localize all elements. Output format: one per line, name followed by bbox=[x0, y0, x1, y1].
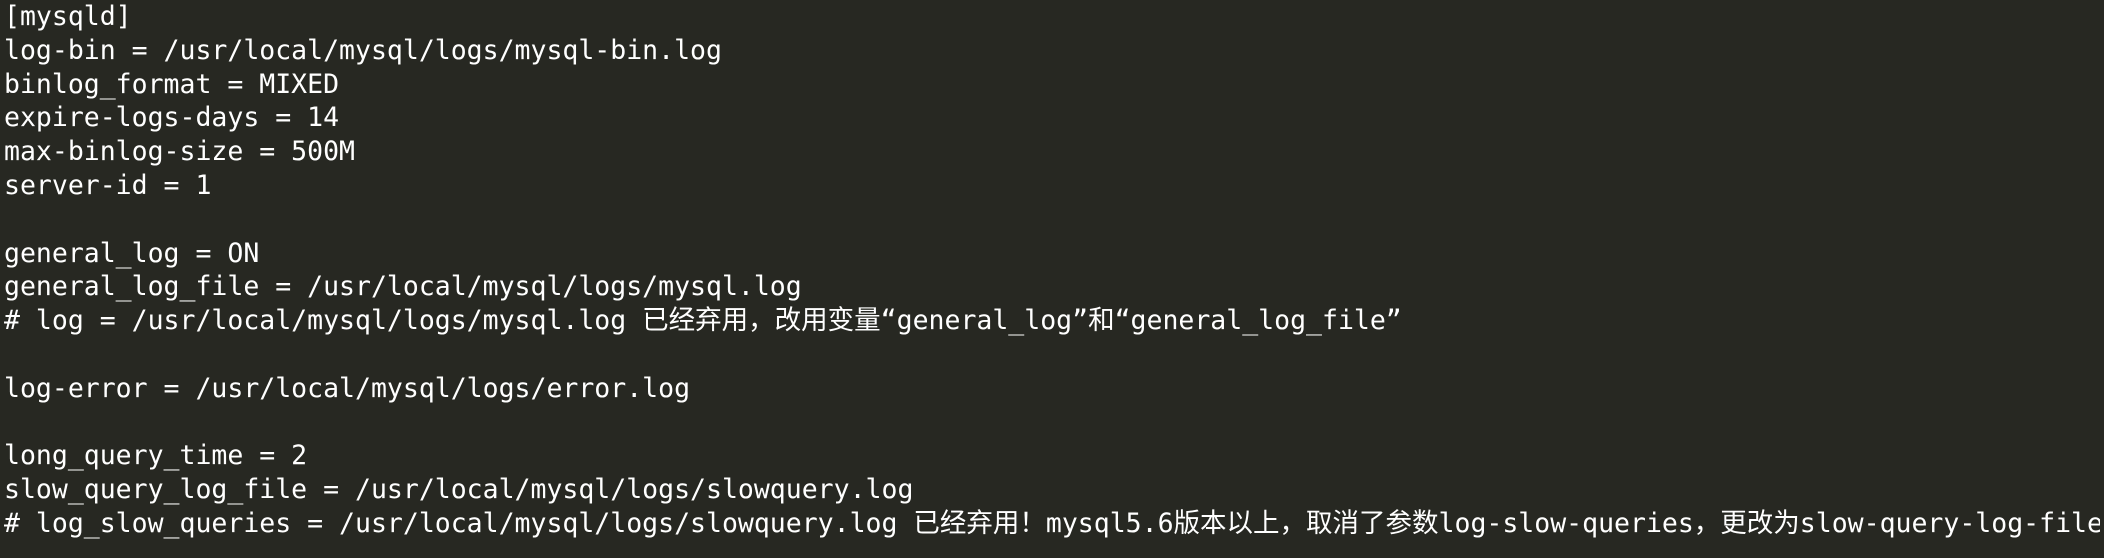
config-line-binlog-format: binlog_format = MIXED bbox=[4, 68, 340, 100]
config-line-blank bbox=[4, 338, 2100, 372]
terminal-window: [mysqld] log-bin = /usr/local/mysql/logs… bbox=[0, 0, 2104, 558]
config-line-general-log-file: general_log_file = /usr/local/mysql/logs… bbox=[4, 271, 802, 303]
config-file-content[interactable]: [mysqld] log-bin = /usr/local/mysql/logs… bbox=[4, 0, 2100, 541]
config-line-log-bin: log-bin = /usr/local/mysql/logs/mysql-bi… bbox=[4, 34, 722, 66]
config-line-section-header: [mysqld] bbox=[4, 1, 132, 32]
config-line-comment-log: # log = /usr/local/mysql/logs/mysql.log … bbox=[4, 305, 1402, 337]
config-line-general-log: general_log = ON bbox=[4, 237, 260, 269]
config-line-server-id: server-id = 1 bbox=[4, 169, 212, 201]
config-line-log-error: log-error = /usr/local/mysql/logs/error.… bbox=[4, 372, 691, 404]
config-line-slow-query-log-file: slow_query_log_file = /usr/local/mysql/l… bbox=[4, 474, 914, 506]
config-line-blank bbox=[4, 406, 2100, 440]
config-line-expire-logs-days: expire-logs-days = 14 bbox=[4, 102, 340, 134]
config-line-long-query-time: long_query_time = 2 bbox=[4, 440, 308, 472]
config-line-max-binlog-size: max-binlog-size = 500M bbox=[4, 136, 355, 168]
config-line-blank bbox=[4, 203, 2100, 237]
config-line-comment-slow-queries: # log_slow_queries = /usr/local/mysql/lo… bbox=[4, 507, 2100, 539]
